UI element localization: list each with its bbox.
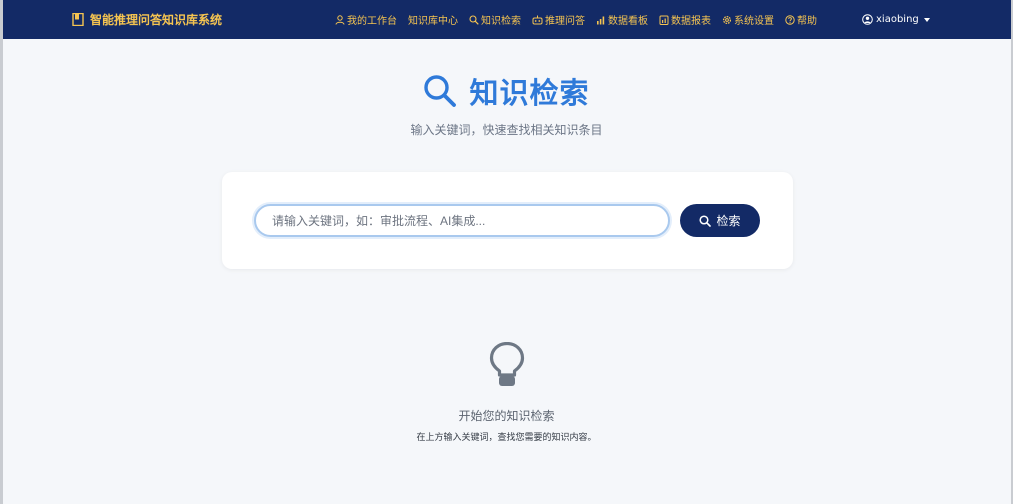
nav-item-label: 知识检索	[481, 16, 521, 27]
empty-state-title: 开始您的知识检索	[458, 409, 555, 423]
search-button-label: 检索	[716, 214, 741, 228]
help-icon	[785, 14, 795, 25]
page-subtitle: 输入关键词，快速查找相关知识条目	[410, 123, 603, 137]
gear-icon	[722, 15, 732, 24]
search-button[interactable]: 检索	[680, 204, 760, 237]
nav-item-data-dashboard[interactable]: 数据看板	[596, 12, 648, 27]
nav-item-label: 我的工作台	[347, 16, 397, 27]
nav-item-label: 系统设置	[734, 16, 774, 27]
nav-item-knowledge-base[interactable]: 知识库中心	[408, 12, 458, 27]
book-icon	[72, 13, 84, 26]
nav-item-help[interactable]: 帮助	[785, 12, 817, 27]
brand[interactable]: 智能推理问答知识库系统	[72, 0, 222, 39]
user-menu[interactable]: xiaobing	[862, 0, 930, 39]
nav-item-label: 数据报表	[671, 16, 711, 27]
nav-item-reasoning-qa[interactable]: 推理问答	[532, 12, 585, 27]
nav-item-data-report[interactable]: 数据报表	[659, 12, 711, 27]
nav-item-label: 推理问答	[545, 16, 585, 27]
search-icon	[699, 214, 712, 227]
nav-item-knowledge-search[interactable]: 知识检索	[469, 12, 521, 27]
nav-item-workbench[interactable]: 我的工作台	[335, 12, 397, 27]
brand-title: 智能推理问答知识库系统	[90, 13, 223, 27]
user-avatar-icon	[862, 14, 873, 25]
search-input[interactable]	[254, 204, 670, 237]
report-icon	[659, 15, 669, 25]
robot-icon	[532, 15, 543, 24]
user-icon	[335, 14, 345, 25]
nav-item-label: 数据看板	[608, 16, 648, 27]
page-header: 知识检索	[0, 70, 1013, 112]
empty-state-hint: 在上方输入关键词，查找您需要的知识内容。	[416, 433, 597, 443]
main-nav: 我的工作台 知识库中心 知识检索 推理问答 数据看板 数据报表 系统设置 帮助	[335, 0, 828, 39]
chevron-down-icon	[923, 17, 930, 22]
bar-chart-icon	[597, 16, 605, 24]
nav-item-system-settings[interactable]: 系统设置	[722, 12, 774, 27]
page-title: 知识检索	[469, 76, 590, 110]
nav-item-label: 帮助	[797, 16, 817, 27]
lightbulb-icon	[489, 342, 525, 386]
search-icon	[469, 14, 479, 25]
search-card: 检索	[222, 172, 793, 269]
username: xiaobing	[876, 14, 919, 25]
search-icon	[424, 75, 457, 107]
nav-item-label: 知识库中心	[408, 16, 458, 27]
